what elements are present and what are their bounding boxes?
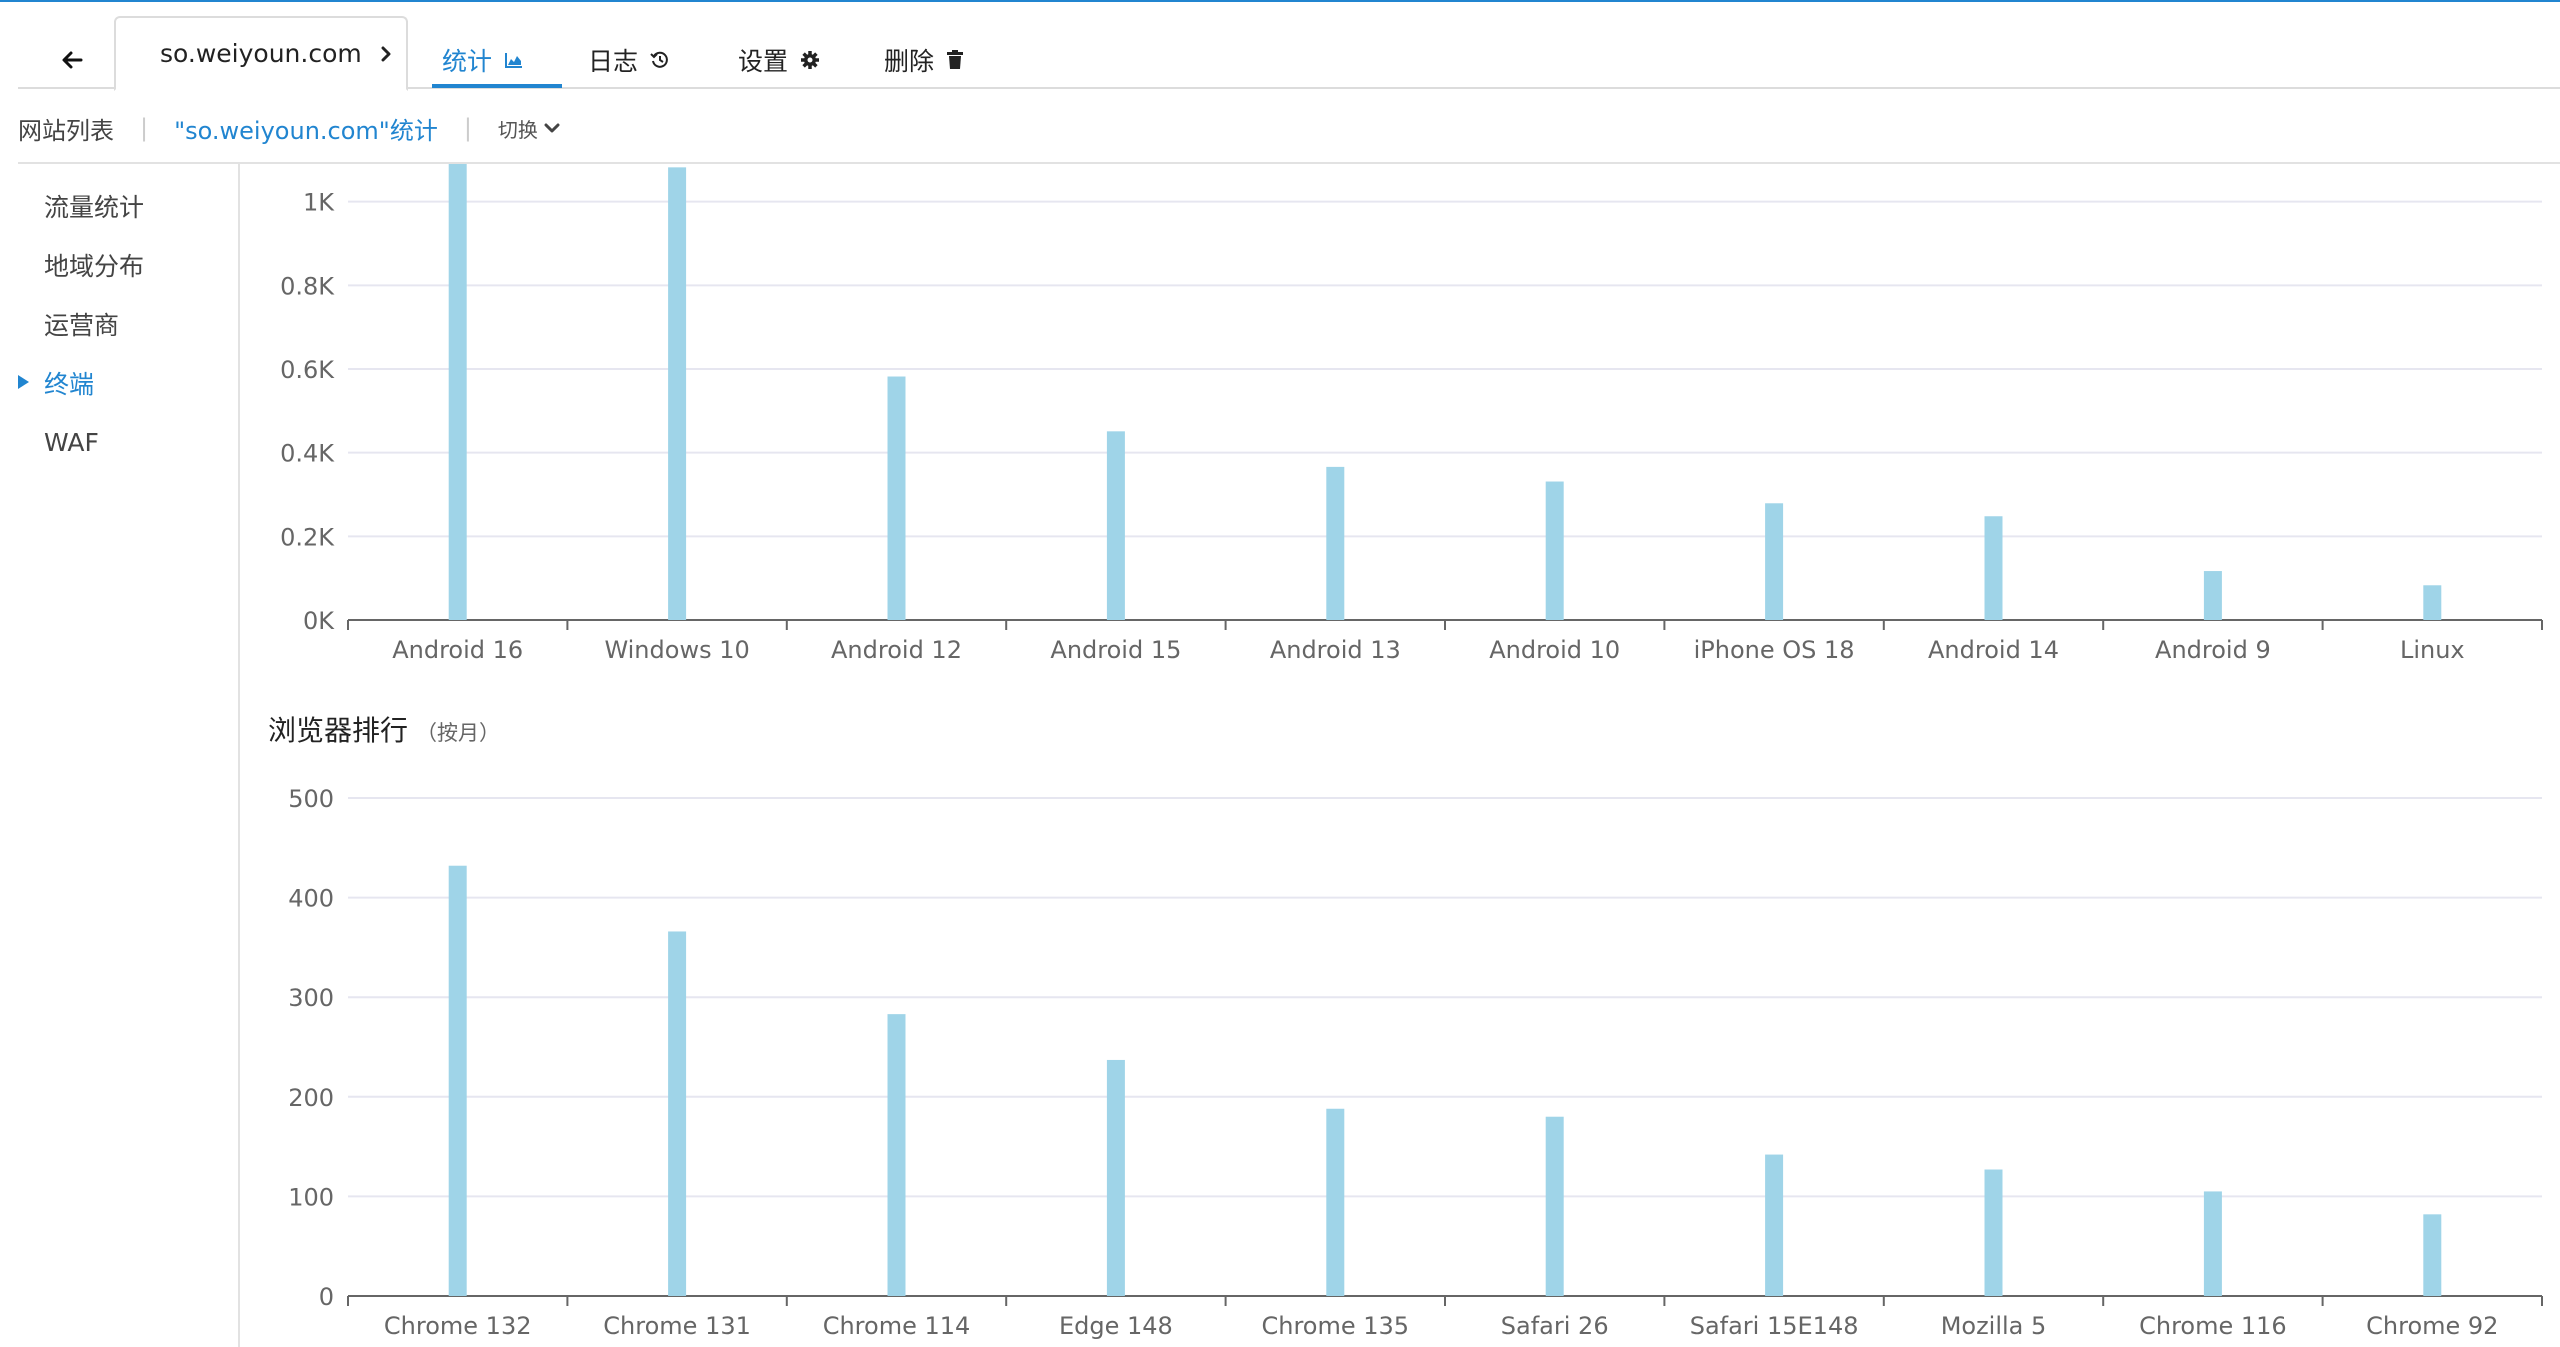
breadcrumb-current[interactable]: "so.weiyoun.com"统计 <box>174 111 438 146</box>
breadcrumb-site-list[interactable]: 网站列表 <box>18 111 114 146</box>
trash-icon <box>946 50 964 70</box>
browser-xtick-label: Mozilla 5 <box>1941 1312 2047 1340</box>
browser-bar <box>2423 1214 2442 1296</box>
top-accent-line <box>0 0 2560 2</box>
browser-xtick-label: Chrome 92 <box>2366 1312 2498 1340</box>
arrow-left-icon <box>62 51 83 69</box>
browser-ytick-label: 500 <box>288 785 334 813</box>
area-chart-icon <box>504 51 524 69</box>
browser-bar <box>448 865 467 1296</box>
breadcrumb: 网站列表 | "so.weiyoun.com"统计 | 切换 <box>18 108 560 148</box>
chevron-right-icon <box>381 46 391 61</box>
sidebar-item-label: 地域分布 <box>44 252 145 281</box>
sidebar-item-terminal[interactable]: 终端 <box>18 363 95 403</box>
sidebar-item-label: 运营商 <box>44 311 120 340</box>
browser-ranking-chart: 0 100 200 300 400 500 Chrome 132 Chrome 131 Chro… <box>288 785 2543 1340</box>
tab-logs-label: 日志 <box>588 47 639 76</box>
sidebar-item-region[interactable]: 地域分布 <box>44 245 144 285</box>
browser-bar <box>1984 1169 2003 1296</box>
gear-icon <box>800 50 820 70</box>
active-tab-underline <box>432 84 562 88</box>
tab-delete[interactable]: 删除 <box>884 32 964 88</box>
browser-xtick-label: Chrome 116 <box>2139 1312 2287 1340</box>
browser-bar <box>1106 1059 1125 1296</box>
active-marker-icon <box>18 375 29 389</box>
sidebar-item-label: WAF <box>44 427 99 457</box>
switch-dropdown[interactable]: 切换 <box>498 114 560 143</box>
breadcrumb-divider: | <box>140 114 149 142</box>
tab-stats-label: 统计 <box>442 47 493 76</box>
switch-label: 切换 <box>497 117 538 142</box>
chevron-down-icon <box>544 123 560 133</box>
browser-ytick-label: 400 <box>288 885 334 913</box>
sidebar: 流量统计 地域分布 运营商 终端 WAF <box>18 164 240 1347</box>
browser-bar <box>1326 1108 1345 1296</box>
site-tab[interactable]: so.weiyoun.com <box>114 16 408 91</box>
history-icon <box>650 50 670 70</box>
tab-delete-label: 删除 <box>884 47 935 76</box>
browser-bar <box>887 1014 906 1296</box>
site-tab-label: so.weiyoun.com <box>160 39 362 68</box>
sidebar-item-waf[interactable]: WAF <box>44 422 99 462</box>
tab-settings-label: 设置 <box>738 47 789 76</box>
sidebar-item-traffic[interactable]: 流量统计 <box>44 186 144 226</box>
browser-ytick-label: 0 <box>319 1283 334 1311</box>
main-content: 0K 0.2K 0.4K 0.6K 0.8K 1K Android 16 Windows 10… <box>240 164 2560 1347</box>
browser-bar <box>1765 1154 1784 1296</box>
sidebar-item-isp[interactable]: 运营商 <box>44 304 119 344</box>
browser-ytick-label: 200 <box>288 1084 334 1112</box>
browser-xtick-label: Chrome 114 <box>823 1312 971 1340</box>
tab-logs[interactable]: 日志 <box>588 32 670 88</box>
browser-bar <box>1545 1116 1564 1296</box>
tab-settings[interactable]: 设置 <box>738 32 820 88</box>
top-tab-bar: so.weiyoun.com 统计 日志 设置 删除 <box>18 14 2560 91</box>
browser-xtick-label: Chrome 135 <box>1262 1312 1410 1340</box>
browser-xtick-label: Edge 148 <box>1059 1312 1173 1340</box>
browser-xtick-label: Chrome 132 <box>384 1312 532 1340</box>
browser-bar <box>2203 1191 2222 1296</box>
browser-ytick-label: 300 <box>288 984 334 1012</box>
browser-bar <box>668 931 687 1296</box>
browser-xtick-label: Safari 26 <box>1501 1312 1609 1340</box>
sidebar-item-label: 流量统计 <box>44 193 145 222</box>
tab-stats[interactable]: 统计 <box>442 32 524 88</box>
back-button[interactable] <box>50 38 94 82</box>
browser-xtick-label: Safari 15E148 <box>1690 1312 1859 1340</box>
browser-ytick-label: 100 <box>288 1183 334 1211</box>
breadcrumb-divider: | <box>463 114 472 142</box>
sidebar-item-label: 终端 <box>44 370 95 399</box>
browser-xtick-label: Chrome 131 <box>603 1312 751 1340</box>
